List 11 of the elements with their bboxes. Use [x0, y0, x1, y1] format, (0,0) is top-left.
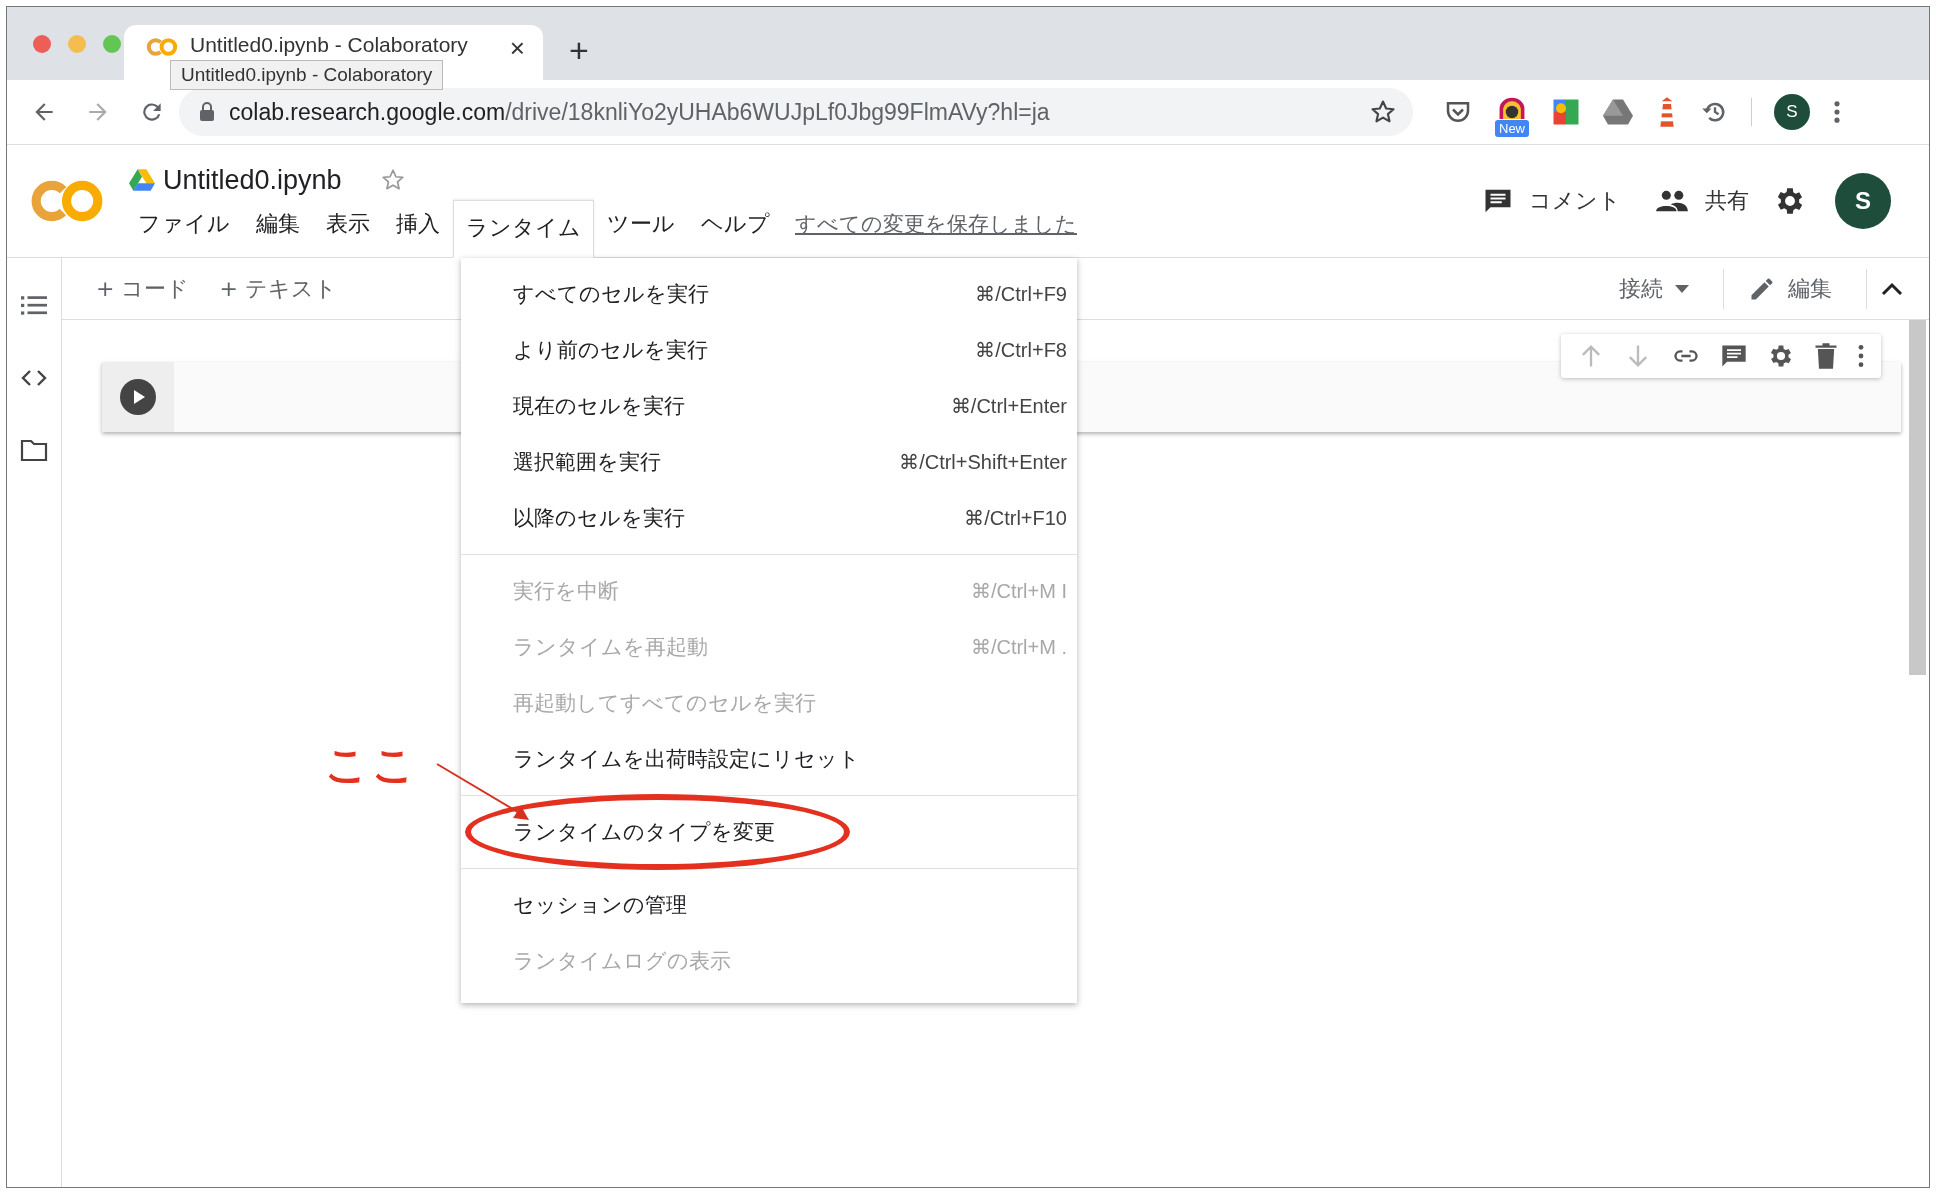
- tooltip: Untitled0.ipynb - Colaboratory: [170, 60, 444, 90]
- shortcut-text: ⌘/Ctrl+Shift+Enter: [899, 450, 1067, 474]
- shortcut-text: ⌘/Ctrl+F9: [975, 282, 1067, 306]
- shortcut-text: ⌘/Ctrl+F10: [964, 506, 1067, 530]
- shortcut-text: ⌘/Ctrl+M .: [970, 635, 1067, 659]
- annotation-text: ここ: [325, 739, 419, 791]
- shortcut-text: ⌘/Ctrl+M I: [970, 579, 1067, 603]
- tab-title: Untitled0.ipynb - Colaboratory: [190, 33, 469, 57]
- new-badge: New: [1495, 119, 1529, 137]
- shortcut-text: ⌘/Ctrl+F8: [975, 338, 1067, 362]
- shortcut-text: ⌘/Ctrl+Enter: [950, 394, 1067, 418]
